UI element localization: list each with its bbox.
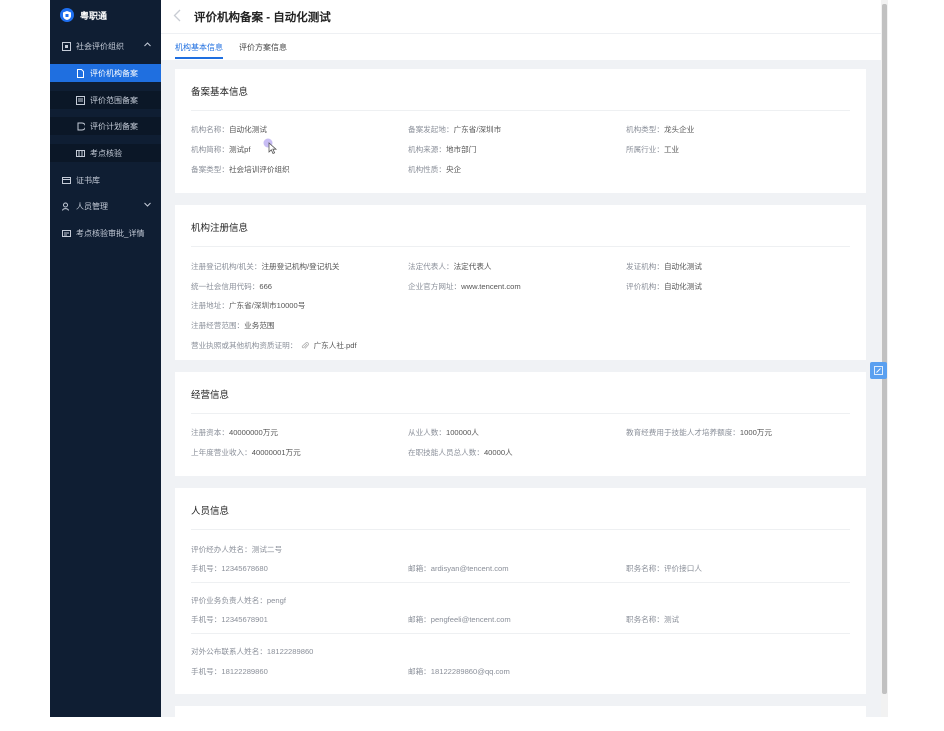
logo-icon [60, 8, 74, 22]
sidebar-item-exam-site-approval[interactable]: 考点核验审批_详情 [50, 224, 161, 242]
sidebar-item-social-eval-org[interactable]: 社会评价组织 [50, 37, 161, 55]
mouse-cursor-icon [263, 138, 278, 155]
sidebar-item-personnel-management[interactable]: 人员管理 [50, 197, 161, 215]
divider [191, 529, 850, 530]
field-org-abbr: 机构简称：测试pf [191, 145, 251, 154]
eval-lead-phone: 手机号：12345678901 [191, 615, 268, 624]
field-legal-representative: 法定代表人：法定代表人 [408, 262, 492, 271]
main-content: 评价机构备案 - 自动化测试 机构基本信息 评价方案信息 备案基本信息 机构名称… [161, 0, 881, 717]
divider [191, 110, 850, 111]
field-org-type: 机构类型：龙头企业 [626, 125, 695, 134]
next-section-card [175, 706, 866, 717]
eval-lead-email: 邮箱：pengfeeli@tencent.com [408, 615, 511, 624]
sidebar-item-eval-plan-filing[interactable]: 评价计划备案 [50, 117, 161, 135]
public-contact-email: 邮箱：18122289860@qq.com [408, 667, 510, 676]
tab-eval-plan-info[interactable]: 评价方案信息 [239, 42, 287, 53]
section-title: 机构注册信息 [191, 223, 249, 234]
page-title: 评价机构备案 - 自动化测试 [194, 12, 331, 24]
tab-org-basic-info[interactable]: 机构基本信息 [175, 42, 223, 53]
sidebar-item-label: 评价范围备案 [90, 95, 138, 105]
sidebar-item-label: 考点核验 [90, 148, 122, 158]
field-official-website: 企业官方网址：www.tencent.com [408, 282, 521, 291]
plan-icon [77, 122, 85, 130]
license-file-link[interactable]: 广东人社.pdf [314, 341, 357, 350]
scope-icon [76, 95, 85, 105]
sidebar-item-certificate-library[interactable]: 证书库 [50, 171, 161, 189]
grid-icon [76, 149, 85, 157]
org-registration-card: 机构注册信息 注册登记机构/机关：注册登记机构/登记机关 法定代表人：法定代表人… [175, 205, 866, 360]
app-name: 粤职通 [80, 10, 108, 21]
sidebar-item-eval-scope-filing[interactable]: 评价范围备案 [50, 91, 161, 109]
app-logo[interactable]: 粤职通 [60, 6, 107, 24]
sidebar-item-label: 证书库 [76, 175, 100, 185]
paperclip-icon [302, 342, 310, 349]
eval-lead-position: 职务名称：测试 [626, 615, 680, 624]
org-icon [62, 41, 71, 51]
list-icon [62, 229, 71, 237]
field-registration-authority: 注册登记机构/机关：注册登记机构/登记机关 [191, 262, 340, 271]
sidebar-item-label: 人员管理 [76, 201, 108, 211]
field-business-license: 营业执照或其他机构资质证明： 广东人社.pdf [191, 341, 357, 350]
field-employee-count: 从业人数：100000人 [408, 428, 479, 437]
field-filing-type: 备案类型：社会培训评价组织 [191, 165, 290, 174]
page-scrollbar[interactable] [881, 0, 888, 717]
field-org-name: 机构名称：自动化测试 [191, 125, 267, 134]
scrollbar-thumb[interactable] [882, 4, 887, 694]
page-header: 评价机构备案 - 自动化测试 [161, 0, 881, 33]
floating-edit-button[interactable] [870, 362, 887, 379]
operation-info-card: 经营信息 注册资本：40000000万元 从业人数：100000人 教育经费用于… [175, 372, 866, 476]
filing-basic-info-card: 备案基本信息 机构名称：自动化测试 备案发起地：广东省/深圳市 机构类型：龙头企… [175, 69, 866, 193]
field-org-nature: 机构性质：央企 [408, 165, 462, 174]
eval-handler-phone: 手机号：12345678680 [191, 564, 268, 573]
doc-icon [77, 68, 84, 78]
sidebar-item-label: 考点核验审批_详情 [76, 228, 145, 238]
tab-bar: 机构基本信息 评价方案信息 [161, 33, 881, 60]
divider [191, 582, 850, 583]
divider [191, 246, 850, 247]
people-icon [62, 202, 69, 211]
field-credit-code: 统一社会信用代码：666 [191, 282, 273, 291]
edit-icon [874, 366, 883, 375]
eval-handler-email: 邮箱：ardisyan@tencent.com [408, 564, 509, 573]
section-title: 人员信息 [191, 506, 230, 517]
field-registered-address: 注册地址：广东省/深圳市10000号 [191, 301, 306, 310]
field-business-scope: 注册经营范围：业务范围 [191, 321, 275, 330]
field-registered-capital: 注册资本：40000000万元 [191, 428, 278, 437]
public-contact-phone: 手机号：18122289860 [191, 667, 268, 676]
sidebar-item-label: 社会评价组织 [76, 41, 124, 51]
eval-handler-position: 职务名称：评价接口人 [626, 564, 702, 573]
sidebar-item-exam-site-verify[interactable]: 考点核验 [50, 144, 161, 162]
field-org-source: 机构来源：地市部门 [408, 145, 477, 154]
divider [191, 413, 850, 414]
back-arrow-icon[interactable] [173, 9, 181, 22]
field-filing-origin: 备案发起地：广东省/深圳市 [408, 125, 502, 134]
sidebar-item-label: 评价机构备案 [90, 68, 138, 78]
field-issuing-org: 发证机构：自动化测试 [626, 262, 702, 271]
sidebar-item-label: 评价计划备案 [90, 121, 138, 131]
section-title: 备案基本信息 [191, 87, 249, 98]
chevron-down-icon [144, 202, 151, 207]
sidebar-item-eval-org-filing[interactable]: 评价机构备案 [50, 64, 161, 82]
field-skilled-staff-count: 在职技能人员总人数：40000人 [408, 448, 513, 457]
eval-lead-name: 评价业务负责人姓名：pengf [191, 596, 286, 605]
section-title: 经营信息 [191, 390, 230, 401]
personnel-info-card: 人员信息 评价经办人姓名：测试二号 手机号：12345678680 邮箱：ard… [175, 488, 866, 694]
eval-handler-name: 评价经办人姓名：测试二号 [191, 545, 283, 554]
field-last-year-revenue: 上年度营业收入：40000001万元 [191, 448, 301, 457]
divider [191, 633, 850, 634]
field-training-funds: 教育经费用于技能人才培养额度：1000万元 [626, 428, 772, 437]
public-contact-name: 对外公布联系人姓名：18122289860 [191, 647, 314, 656]
chevron-up-icon [144, 42, 151, 47]
sidebar: 粤职通 社会评价组织 评价机构备案 评价范围备案 评价计划备案 考点核验 证书库… [50, 0, 161, 717]
certificate-icon [62, 176, 71, 184]
tab-active-indicator [175, 57, 223, 59]
field-eval-org: 评价机构：自动化测试 [626, 282, 702, 291]
field-industry: 所属行业：工业 [626, 145, 680, 154]
